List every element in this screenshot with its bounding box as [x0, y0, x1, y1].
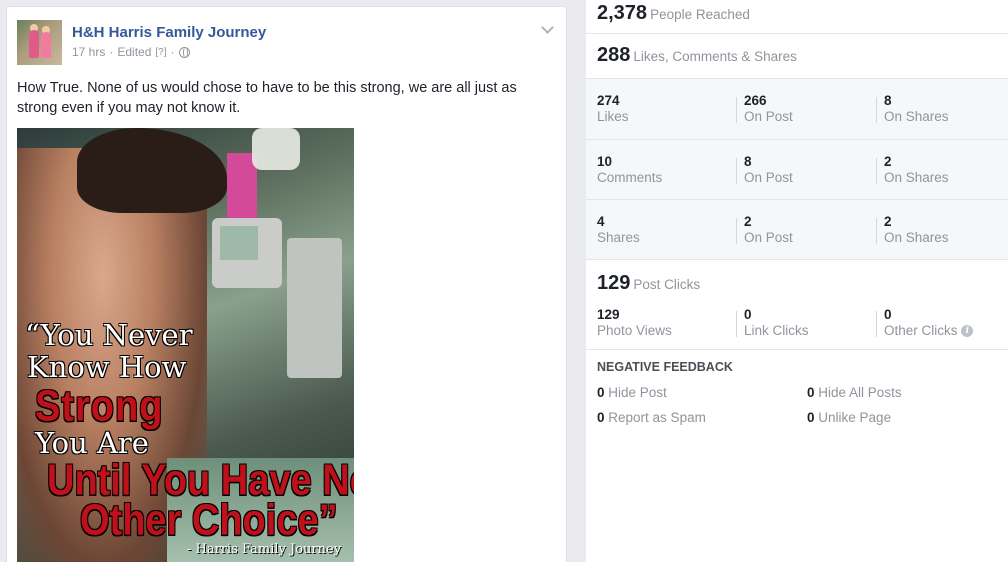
likes-row: 274 Likes 266 On Post 8 On Shares — [586, 79, 1008, 140]
negative-feedback-title: NEGATIVE FEEDBACK — [597, 360, 733, 374]
engagement-row: 288 Likes, Comments & Shares — [586, 34, 1008, 79]
post-clicks-value: 129 — [597, 272, 631, 294]
likes-on-post-label: On Post — [744, 109, 793, 124]
quote-line-3: Strong — [35, 382, 164, 432]
comments-on-shares: 2 — [884, 154, 892, 169]
hide-post-value: 0 — [597, 385, 605, 400]
page-name-link[interactable]: H&H Harris Family Journey — [72, 24, 266, 41]
chevron-down-icon[interactable] — [541, 21, 554, 34]
photo-views-label: Photo Views — [597, 323, 672, 338]
shares-row: 4 Shares 2 On Post 2 On Shares — [586, 200, 1008, 260]
hide-all-posts-value: 0 — [807, 385, 815, 400]
likes-total-label: Likes — [597, 109, 629, 124]
hide-all-posts-label: Hide All Posts — [818, 385, 902, 400]
photo-views-value: 129 — [597, 307, 620, 322]
quote-signature: - Harris Family Journey — [187, 542, 342, 557]
likes-on-post: 266 — [744, 93, 767, 108]
post-clicks-row: 129 Post Clicks 129 Photo Views 0 Link Cl… — [586, 260, 1008, 350]
comments-total: 10 — [597, 154, 613, 169]
post-clicks-label: Post Clicks — [633, 277, 701, 292]
likes-on-shares: 8 — [884, 93, 892, 108]
shares-total-label: Shares — [597, 230, 640, 245]
hide-all-posts-stat: 0 Hide All Posts — [807, 385, 902, 400]
globe-icon[interactable] — [178, 46, 190, 58]
quote-line-6: Other Choice” — [80, 496, 338, 546]
likes-on-shares-label: On Shares — [884, 109, 949, 124]
hide-post-stat: 0 Hide Post — [597, 385, 667, 400]
comments-on-shares-label: On Shares — [884, 170, 949, 185]
shares-total: 4 — [597, 214, 605, 229]
comments-on-post: 8 — [744, 154, 752, 169]
engagement-value: 288 — [597, 44, 631, 66]
post-card: H&H Harris Family Journey 17 hrs · Edite… — [6, 6, 567, 562]
people-reached-label: People Reached — [650, 7, 750, 22]
unlike-page-label: Unlike Page — [818, 410, 892, 425]
report-spam-stat: 0 Report as Spam — [597, 410, 706, 425]
post-insights-panel: 2,378 People Reached 288 Likes, Comments &… — [586, 0, 1008, 562]
other-clicks-label: Other Clicks — [884, 323, 958, 338]
hide-post-label: Hide Post — [608, 385, 667, 400]
comments-row: 10 Comments 8 On Post 2 On Shares — [586, 140, 1008, 200]
report-spam-value: 0 — [597, 410, 605, 425]
link-clicks-value: 0 — [744, 307, 752, 322]
shares-on-shares-label: On Shares — [884, 230, 949, 245]
quote-line-1: “You Never — [25, 318, 193, 352]
quote-line-4: You Are — [35, 426, 149, 460]
post-text: How True. None of us would chose to have… — [17, 80, 517, 116]
page-avatar[interactable] — [17, 20, 62, 65]
comments-on-post-label: On Post — [744, 170, 793, 185]
shares-on-post-label: On Post — [744, 230, 793, 245]
unlike-page-value: 0 — [807, 410, 815, 425]
quote-line-2: Know How — [27, 350, 187, 384]
shares-on-shares: 2 — [884, 214, 892, 229]
likes-total: 274 — [597, 93, 620, 108]
post-timestamp[interactable]: 17 hrs — [72, 45, 105, 59]
edited-help[interactable]: [?] — [155, 47, 166, 58]
link-clicks-label: Link Clicks — [744, 323, 809, 338]
engagement-label: Likes, Comments & Shares — [633, 49, 797, 64]
people-reached-value: 2,378 — [597, 2, 648, 24]
info-icon[interactable]: i — [961, 325, 974, 338]
comments-total-label: Comments — [597, 170, 663, 185]
post-meta: 17 hrs · Edited [?] · — [72, 45, 190, 59]
post-photo[interactable]: “You Never Know How Strong You Are Until… — [17, 128, 354, 562]
other-clicks-value: 0 — [884, 307, 892, 322]
unlike-page-stat: 0 Unlike Page — [807, 410, 891, 425]
report-spam-label: Report as Spam — [608, 410, 706, 425]
edited-label[interactable]: Edited — [117, 45, 151, 59]
shares-on-post: 2 — [744, 214, 752, 229]
people-reached-row: 2,378 People Reached — [586, 0, 1008, 34]
